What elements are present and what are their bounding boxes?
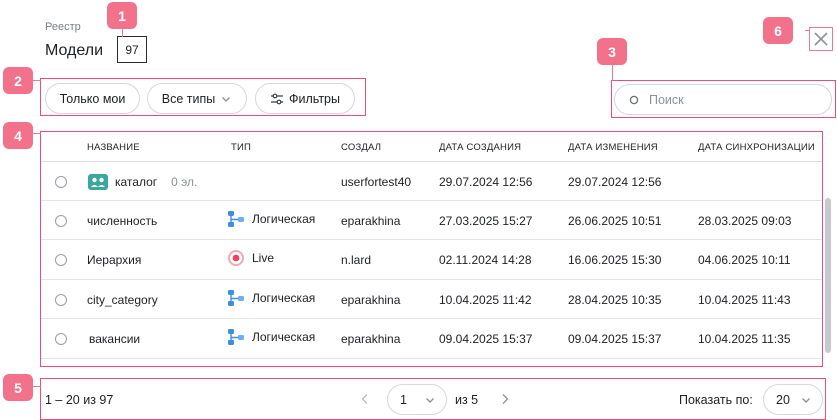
close-icon [814,32,828,46]
row-created-by: eparakhina [341,214,401,228]
all-types-label: Все типы [161,91,216,106]
row-sync-date: 10.04.2025 11:35 [698,332,791,346]
annotation-leader-4 [33,133,41,134]
row-select-radio[interactable] [55,254,67,266]
row-type: Логическая [252,291,316,305]
row-type-cell: Логическая [226,209,315,229]
annotation-badge-5: 5 [3,374,33,401]
live-model-icon [228,250,244,266]
row-element-count: 0 эл. [171,175,198,189]
annotation-badge-4: 4 [3,122,33,149]
row-created-date: 10.04.2025 11:42 [439,293,532,307]
sliders-icon [271,93,283,104]
row-modified-date: 29.07.2024 12:56 [568,175,662,189]
search-icon [629,95,639,104]
row-type-cell: Логическая [226,288,315,308]
row-modified-date: 26.06.2025 10:51 [568,214,662,228]
chevron-down-icon [426,398,434,403]
logical-model-icon [228,211,244,227]
column-modified-date[interactable]: ДАТА ИЗМЕНЕНИЯ [568,142,658,153]
breadcrumb[interactable]: Реестр [45,21,81,33]
row-modified-date: 09.04.2025 15:37 [568,332,662,346]
page-select-value: 1 [400,392,407,407]
table-row[interactable]: вакансии Логическая eparakhina 09.04.202… [41,318,822,358]
total-pages-label: из 5 [455,393,479,407]
page-size-value: 20 [776,392,790,407]
row-created-date: 09.04.2025 15:37 [439,332,533,346]
annotation-leader-6 [805,30,810,31]
row-created-by: eparakhina [341,332,401,346]
table-row[interactable]: каталог 0 эл. userfortest40 29.07.2024 1… [41,161,822,201]
row-name[interactable]: численность [87,211,157,231]
annotation-leader-5 [33,386,41,387]
column-created-by[interactable]: СОЗДАЛ [341,142,381,153]
chevron-down-icon [802,398,810,403]
row-sync-date: 04.06.2025 10:11 [698,253,791,267]
table-scrollbar[interactable] [825,198,831,353]
row-type-cell: Логическая [226,327,315,347]
only-mine-label: Только мои [59,91,126,106]
filters-button[interactable]: Фильтры [255,83,355,114]
row-name-cell[interactable]: каталог 0 эл. [87,172,197,192]
row-type: Логическая [252,212,316,226]
page-select[interactable]: 1 [387,384,447,415]
annotation-badge-1: 1 [107,2,137,29]
row-created-by: userfortest40 [341,175,412,189]
row-created-by: eparakhina [341,293,401,307]
row-name[interactable]: Иерархия [87,250,141,270]
page-title: Модели [45,42,104,59]
close-button[interactable] [809,27,833,51]
row-select-radio[interactable] [55,176,67,188]
chevron-down-icon [222,96,231,102]
row-name[interactable]: вакансии [89,329,140,349]
annotation-badge-6: 6 [763,17,793,44]
chevron-left-icon[interactable] [358,392,372,406]
table-row-partial [41,358,822,366]
row-type: Live [252,251,275,265]
column-type[interactable]: ТИП [231,142,251,153]
row-name: каталог [115,175,158,189]
logical-model-icon [228,290,244,306]
column-created-date[interactable]: ДАТА СОЗДАНИЯ [439,142,521,153]
row-type-cell: Live [226,248,274,268]
search-input[interactable] [649,92,809,107]
annotation-badge-3: 3 [597,38,627,65]
annotation-leader-2 [33,80,41,81]
models-table: НАЗВАНИЕ ТИП СОЗДАЛ ДАТА СОЗДАНИЯ ДАТА И… [40,131,823,367]
annotation-badge-2: 2 [3,67,33,94]
table-row[interactable]: Иерархия Live n.lard 02.11.2024 14:28 16… [41,239,822,279]
row-created-date: 02.11.2024 14:28 [439,253,532,267]
table-header: НАЗВАНИЕ ТИП СОЗДАЛ ДАТА СОЗДАНИЯ ДАТА И… [41,132,822,164]
all-types-dropdown[interactable]: Все типы [147,83,247,114]
pagination-range: 1 – 20 из 97 [45,393,114,407]
row-created-by: n.lard [341,253,372,267]
table-row[interactable]: city_category Логическая eparakhina 10.0… [41,279,822,319]
search-box[interactable] [614,84,832,115]
column-sync-date[interactable]: ДАТА СИНХРОНИЗАЦИИ [698,142,815,153]
table-row[interactable]: численность Логическая eparakhina 27.03.… [41,200,822,240]
row-select-radio[interactable] [55,333,67,345]
logical-model-icon [228,329,244,345]
row-select-radio[interactable] [55,294,67,306]
filters-label: Фильтры [289,91,340,106]
chevron-right-icon[interactable] [498,392,512,406]
row-modified-date: 28.04.2025 10:35 [568,293,662,307]
only-mine-toggle[interactable]: Только мои [45,83,140,114]
row-type: Логическая [252,330,316,344]
row-sync-date: 10.04.2025 11:43 [698,293,791,307]
page-size-select[interactable]: 20 [763,384,823,415]
row-created-date: 27.03.2025 15:27 [439,214,533,228]
row-modified-date: 16.06.2025 15:30 [568,253,662,267]
page-size-label: Показать по: [679,393,753,407]
catalog-folder-icon [88,174,108,190]
row-name[interactable]: city_category [87,290,158,310]
column-name[interactable]: НАЗВАНИЕ [87,142,140,153]
models-count-badge: 97 [117,36,147,63]
row-select-radio[interactable] [55,215,67,227]
row-created-date: 29.07.2024 12:56 [439,175,533,189]
row-sync-date: 28.03.2025 09:03 [698,214,792,228]
